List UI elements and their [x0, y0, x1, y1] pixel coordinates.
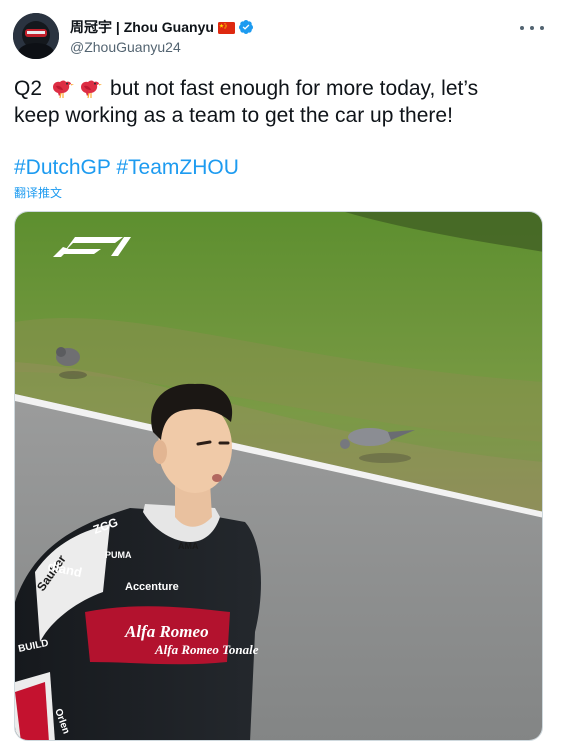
- verified-badge-icon: [238, 19, 254, 35]
- tweet-text-line-1-rest: but not fast enough for more today, let’…: [110, 77, 479, 100]
- tweet-card: 周冠宇 | Zhou Guanyu @ZhouGuanyu24 Q2 but n…: [0, 0, 562, 752]
- hashtag-dutchgp[interactable]: #DutchGP: [14, 156, 111, 179]
- author-name[interactable]: 周冠宇 | Zhou Guanyu: [70, 17, 214, 37]
- tweet-text-line-1: Q2 but not fast enough for more today, l…: [14, 76, 478, 102]
- more-options-icon[interactable]: [520, 18, 544, 38]
- avatar[interactable]: [13, 13, 59, 59]
- suit-text-puma: PUMA: [105, 550, 132, 560]
- bird-emoji-icon: [50, 78, 75, 100]
- suit-text-ama: AMA: [178, 541, 199, 551]
- author-name-row[interactable]: 周冠宇 | Zhou Guanyu: [70, 17, 254, 37]
- photo-scene: ZCG PUMA Accenture Alfa Romeo Orlen Saub…: [15, 212, 542, 740]
- bird-emoji-icon: [78, 78, 103, 100]
- suit-text-accenture: Accenture: [125, 581, 179, 593]
- suit-text-alfa-romeo: Alfa Romeo: [124, 622, 209, 641]
- suit-text-tonale: Alfa Romeo Tonale: [154, 642, 259, 657]
- tweet-photo[interactable]: ZCG PUMA Accenture Alfa Romeo Orlen Saub…: [14, 211, 543, 741]
- china-flag-icon: [217, 21, 235, 34]
- translate-tweet-link[interactable]: 翻译推文: [14, 184, 62, 201]
- hashtags: #DutchGP #TeamZHOU: [14, 155, 239, 181]
- tweet-text-q2: Q2: [14, 77, 43, 100]
- hashtag-teamzhou[interactable]: #TeamZHOU: [116, 156, 239, 179]
- author-handle[interactable]: @ZhouGuanyu24: [70, 39, 181, 55]
- avatar-image: [13, 13, 59, 59]
- tweet-text-line-2: keep working as a team to get the car up…: [14, 104, 453, 127]
